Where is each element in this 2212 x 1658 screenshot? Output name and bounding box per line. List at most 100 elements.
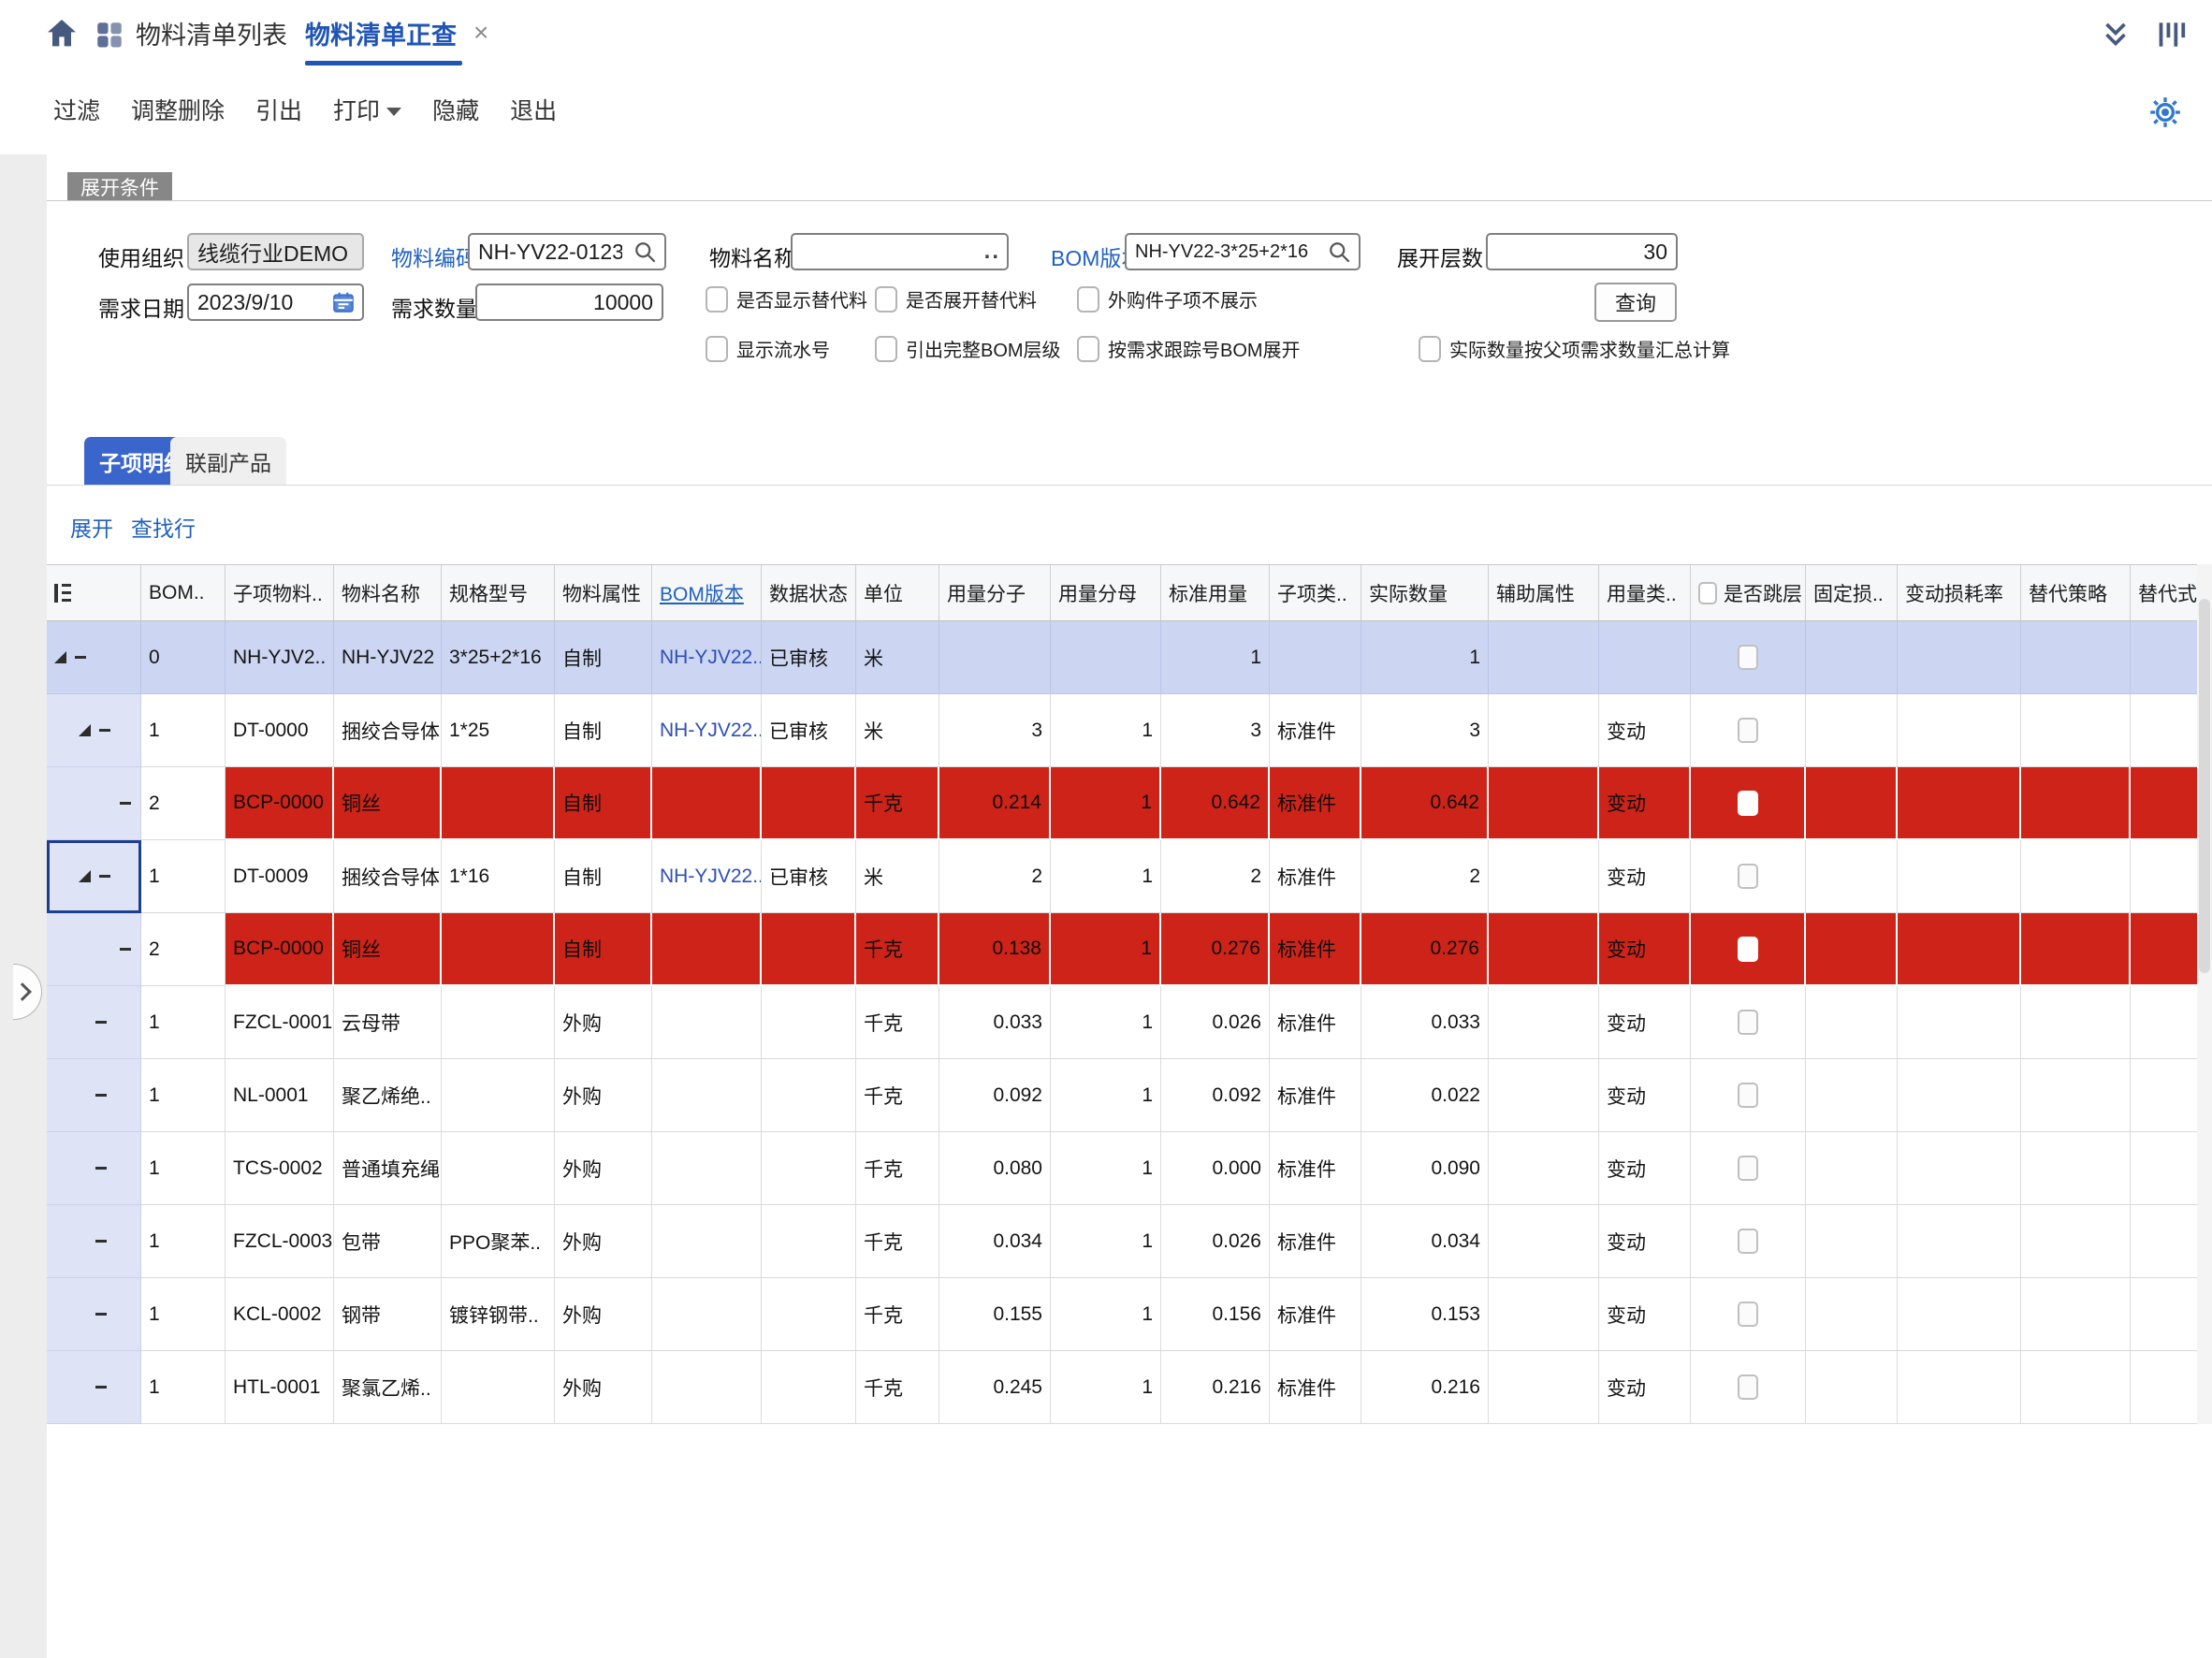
cell-denom[interactable]: 1 — [1051, 1205, 1161, 1278]
cell-strategy[interactable] — [2021, 840, 2131, 913]
checkbox-box[interactable] — [875, 336, 897, 362]
cell-tree[interactable] — [47, 986, 141, 1059]
close-icon[interactable]: × — [473, 0, 488, 65]
table-row[interactable]: 1NL-0001聚乙烯绝..外购千克0.09210.092标准件0.022变动 — [47, 1059, 2212, 1132]
cell-name[interactable]: 云母带 — [334, 986, 442, 1059]
toolbar-item[interactable]: 过滤 — [53, 93, 100, 126]
cell-aux[interactable] — [1489, 694, 1599, 767]
toolbar-item[interactable]: 隐藏 — [432, 93, 479, 126]
table-row[interactable]: 1HTL-0001聚氯乙烯..外购千克0.24510.216标准件0.216变动 — [47, 1351, 2212, 1424]
expand-levels-input[interactable] — [1486, 233, 1678, 270]
cell-status[interactable] — [762, 767, 856, 840]
cell-usage[interactable]: 变动 — [1599, 767, 1691, 840]
cell-cb[interactable] — [1691, 1059, 1806, 1132]
cell-code[interactable]: NH-YJV2.. — [226, 621, 334, 694]
column-header[interactable]: 固定损.. — [1806, 564, 1898, 621]
row-checkbox[interactable] — [1738, 1229, 1758, 1254]
cell-spec[interactable]: 1*16 — [442, 840, 555, 913]
cell-code[interactable]: BCP-0000 — [226, 767, 334, 840]
cell-code[interactable]: HTL-0001 — [226, 1351, 334, 1424]
cell-code[interactable]: TCS-0002 — [226, 1132, 334, 1205]
cell-ver[interactable]: NH-YJV22.. — [652, 694, 762, 767]
cell-cb[interactable] — [1691, 1205, 1806, 1278]
cell-ver[interactable]: NH-YJV22.. — [652, 621, 762, 694]
cell-cb[interactable] — [1691, 1132, 1806, 1205]
cell-spec[interactable] — [442, 1059, 555, 1132]
row-checkbox[interactable] — [1738, 864, 1758, 889]
table-row[interactable]: 1FZCL-0003包带PPO聚苯..外购千克0.03410.026标准件0.0… — [47, 1205, 2212, 1278]
row-checkbox[interactable] — [1738, 791, 1758, 816]
cell-std[interactable]: 0.276 — [1161, 913, 1270, 986]
cell-cb[interactable] — [1691, 986, 1806, 1059]
cell-code[interactable]: DT-0009 — [226, 840, 334, 913]
cell-bom[interactable]: 1 — [141, 694, 226, 767]
cell-varloss[interactable] — [1898, 913, 2021, 986]
cell-fixed[interactable] — [1806, 1059, 1898, 1132]
cell-status[interactable]: 已审核 — [762, 694, 856, 767]
collapse-dash-icon[interactable] — [95, 1094, 107, 1097]
cell-code[interactable]: FZCL-0001 — [226, 986, 334, 1059]
cell-prop[interactable]: 外购 — [555, 1205, 652, 1278]
cell-std[interactable]: 2 — [1161, 840, 1270, 913]
table-row[interactable]: 2BCP-0000铜丝自制千克0.21410.642标准件0.642变动 — [47, 767, 2212, 840]
cell-prop[interactable]: 自制 — [555, 913, 652, 986]
cell-spec[interactable] — [442, 986, 555, 1059]
cell-prop[interactable]: 自制 — [555, 621, 652, 694]
cell-status[interactable] — [762, 1278, 856, 1351]
cell-varloss[interactable] — [1898, 621, 2021, 694]
cell-prop[interactable]: 外购 — [555, 986, 652, 1059]
cell-ver[interactable] — [652, 986, 762, 1059]
column-header[interactable]: 子项物料.. — [226, 564, 334, 621]
cell-type[interactable]: 标准件 — [1270, 1059, 1361, 1132]
cell-varloss[interactable] — [1898, 1351, 2021, 1424]
row-checkbox[interactable] — [1738, 1302, 1758, 1327]
cell-type[interactable] — [1270, 621, 1361, 694]
cell-name[interactable]: 铜丝 — [334, 913, 442, 986]
row-checkbox[interactable] — [1738, 1083, 1758, 1108]
cell-numer[interactable]: 0.092 — [939, 1059, 1051, 1132]
cell-aux[interactable] — [1489, 840, 1599, 913]
cell-aux[interactable] — [1489, 1278, 1599, 1351]
cell-usage[interactable]: 变动 — [1599, 1278, 1691, 1351]
cell-varloss[interactable] — [1898, 1059, 2021, 1132]
cell-unit[interactable]: 千克 — [856, 767, 939, 840]
cell-bom[interactable]: 1 — [141, 1278, 226, 1351]
cell-bom[interactable]: 1 — [141, 986, 226, 1059]
cell-varloss[interactable] — [1898, 767, 2021, 840]
cell-ver[interactable] — [652, 1059, 762, 1132]
cell-status[interactable]: 已审核 — [762, 621, 856, 694]
settings-gear-icon[interactable] — [2147, 94, 2184, 131]
cell-fixed[interactable] — [1806, 1205, 1898, 1278]
column-header[interactable]: 是否跳层 — [1691, 564, 1806, 621]
cell-type[interactable]: 标准件 — [1270, 1278, 1361, 1351]
cell-tree[interactable] — [47, 767, 141, 840]
cell-status[interactable] — [762, 913, 856, 986]
cell-strategy[interactable] — [2021, 1351, 2131, 1424]
column-header[interactable]: BOM版本 — [652, 564, 762, 621]
cell-numer[interactable]: 0.214 — [939, 767, 1051, 840]
cell-strategy[interactable] — [2021, 1132, 2131, 1205]
checkbox-box[interactable] — [875, 286, 897, 313]
cell-spec[interactable] — [442, 1132, 555, 1205]
cell-aux[interactable] — [1489, 1351, 1599, 1424]
cell-status[interactable] — [762, 986, 856, 1059]
row-checkbox[interactable] — [1738, 1374, 1758, 1400]
cell-aux[interactable] — [1489, 1205, 1599, 1278]
cell-strategy[interactable] — [2021, 1059, 2131, 1132]
cell-numer[interactable]: 0.080 — [939, 1132, 1051, 1205]
cell-unit[interactable]: 千克 — [856, 1059, 939, 1132]
cell-tree[interactable] — [47, 1278, 141, 1351]
cell-strategy[interactable] — [2021, 986, 2131, 1059]
cell-name[interactable]: 铜丝 — [334, 767, 442, 840]
column-header[interactable]: 实际数量 — [1361, 564, 1489, 621]
table-row[interactable]: 1DT-0000捆绞合导体1*25自制NH-YJV22..已审核米313标准件3… — [47, 694, 2212, 767]
cell-bom[interactable]: 1 — [141, 1351, 226, 1424]
cell-varloss[interactable] — [1898, 1278, 2021, 1351]
collapse-dash-icon[interactable] — [95, 1021, 107, 1024]
column-header[interactable]: 子项类.. — [1270, 564, 1361, 621]
cell-name[interactable]: 聚氯乙烯.. — [334, 1351, 442, 1424]
toolbar-item[interactable]: 调整删除 — [131, 93, 225, 126]
cell-bom[interactable]: 1 — [141, 1059, 226, 1132]
cell-spec[interactable]: 镀锌钢带.. — [442, 1278, 555, 1351]
cell-name[interactable]: 捆绞合导体 — [334, 840, 442, 913]
